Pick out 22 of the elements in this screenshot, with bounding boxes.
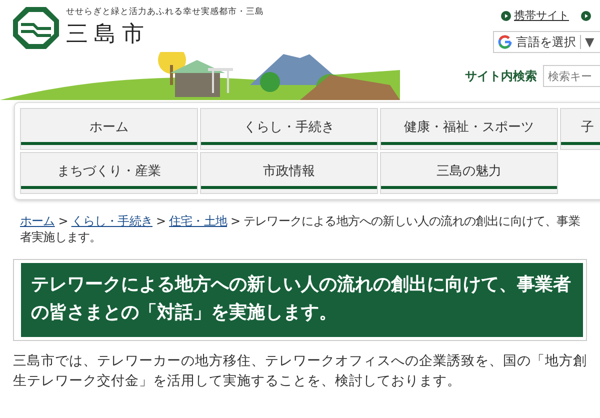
- nav-menu-button[interactable]: 市政情報: [200, 152, 378, 194]
- search-field[interactable]: 検索キー: [543, 65, 600, 87]
- play-circle-icon: [501, 10, 511, 20]
- nav-menu-button[interactable]: 子: [560, 108, 600, 150]
- site-name[interactable]: 三島市: [66, 19, 264, 49]
- city-emblem-logo[interactable]: [12, 6, 60, 50]
- header-link[interactable]: 携帯サイト: [501, 8, 569, 23]
- body-paragraph: 三島市では、テレワーカーの地方移住、テレワークオフィスへの企業誘致を、国の「地方創生テレワーク交付金」を活用して実施することを、検討しております。: [13, 352, 587, 391]
- breadcrumb-link[interactable]: くらし・手続き: [71, 214, 153, 228]
- nav-menu-button[interactable]: くらし・手続き: [200, 108, 378, 150]
- site-search-label: サイト内検索: [465, 68, 537, 84]
- nav-menu-button[interactable]: ホーム: [20, 108, 198, 150]
- play-circle-icon[interactable]: [581, 10, 591, 20]
- g-logo-icon: [498, 35, 512, 49]
- nav-menu-button[interactable]: 健康・福祉・スポーツ: [380, 108, 558, 150]
- breadcrumb: ホーム > くらし・手続き > 住宅・土地 > テレワークによる地方への新しい人の流れの創出に向けて、事業者実施します。: [20, 213, 581, 245]
- breadcrumb-link[interactable]: ホーム: [20, 214, 55, 228]
- nav-menu-button[interactable]: 三島の魅力: [380, 152, 558, 194]
- language-select[interactable]: 言語を選択 ▼: [493, 31, 600, 53]
- breadcrumb-link[interactable]: 住宅・土地: [169, 214, 228, 228]
- nav-menu-button[interactable]: まちづくり・産業: [20, 152, 198, 194]
- site-tagline: せせらぎと緑と活力あふれる幸せ実感都市・三島: [66, 6, 264, 18]
